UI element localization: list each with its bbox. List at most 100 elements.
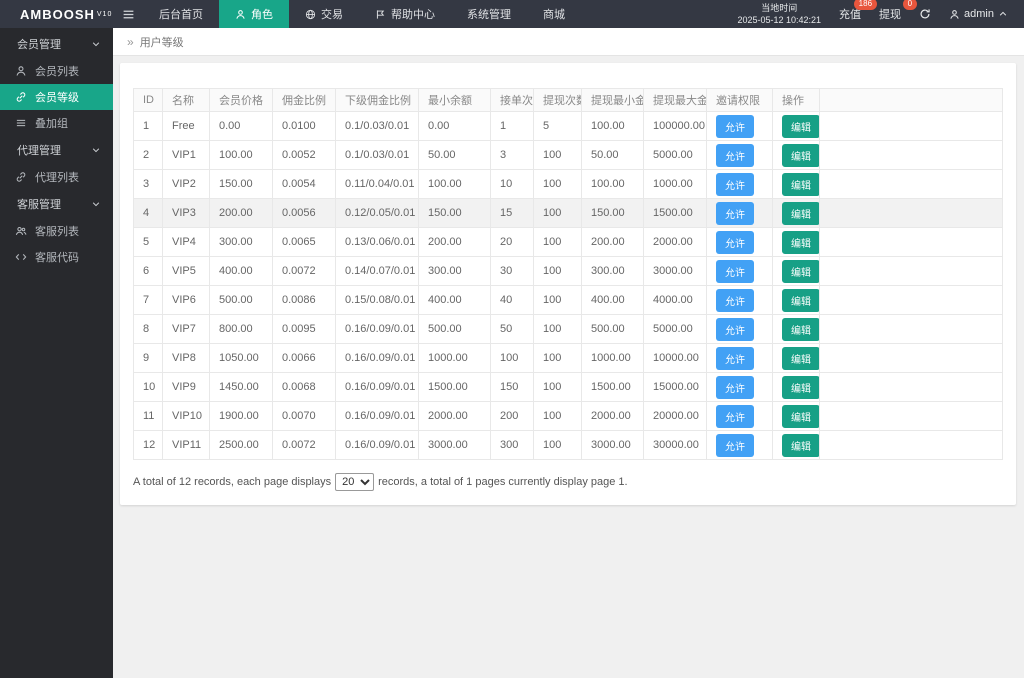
nav-item-mall[interactable]: 商城 — [527, 0, 581, 28]
invite-permission-button[interactable]: 允许 — [716, 405, 754, 428]
sidebar-item-label: 叠加组 — [35, 115, 68, 131]
col-id: ID — [134, 89, 163, 112]
edit-button[interactable]: 编辑 — [782, 202, 820, 225]
table-cell: 编辑 — [773, 257, 820, 286]
sidebar-item-service-list[interactable]: 客服列表 — [0, 218, 113, 244]
table-cell: 允许 — [707, 199, 773, 228]
pagination-prefix: A total of 12 records, each page display… — [133, 476, 331, 488]
edit-button[interactable]: 编辑 — [782, 231, 820, 254]
page-size-select[interactable]: 20 — [335, 473, 374, 491]
nav-item-system-management[interactable]: 系统管理 — [451, 0, 527, 28]
breadcrumb: » 用户等级 — [113, 28, 1024, 56]
withdraw-label: 提现 — [879, 9, 901, 21]
table-cell: 100 — [534, 344, 582, 373]
invite-permission-button[interactable]: 允许 — [716, 318, 754, 341]
table-cell: 1500.00 — [419, 373, 491, 402]
invite-permission-button[interactable]: 允许 — [716, 144, 754, 167]
table-cell: 20 — [491, 228, 534, 257]
table-cell: 5000.00 — [644, 141, 707, 170]
table-cell: 10 — [491, 170, 534, 199]
table-cell: VIP3 — [163, 199, 210, 228]
sidebar-item-service-code[interactable]: 客服代码 — [0, 244, 113, 270]
table-cell: 0.1/0.03/0.01 — [336, 141, 419, 170]
table-row: 12VIP112500.000.00720.16/0.09/0.013000.0… — [134, 431, 1003, 460]
edit-button[interactable]: 编辑 — [782, 405, 820, 428]
table-cell: 允许 — [707, 286, 773, 315]
sidebar-section-service-management[interactable]: 客服管理 — [0, 190, 113, 218]
content: ID 名称 会员价格 佣金比例 下级佣金比例 最小余额 接单次数 提现次数 提现… — [113, 56, 1024, 678]
nav-item-roles[interactable]: 角色 — [219, 0, 289, 28]
table-cell: 1900.00 — [210, 402, 273, 431]
invite-permission-button[interactable]: 允许 — [716, 115, 754, 138]
table-cell: 400.00 — [582, 286, 644, 315]
admin-menu[interactable]: admin — [949, 8, 1008, 20]
sidebar-section-member-management[interactable]: 会员管理 — [0, 30, 113, 58]
table-cell: 0.0086 — [273, 286, 336, 315]
table-cell: 20000.00 — [644, 402, 707, 431]
col-commission-rate: 佣金比例 — [273, 89, 336, 112]
sidebar-item-label: 会员等级 — [35, 89, 79, 105]
sidebar-toggle-button[interactable] — [113, 0, 143, 28]
recharge-label: 充值 — [839, 9, 861, 21]
sidebar-item-stack-group[interactable]: 叠加组 — [0, 110, 113, 136]
table-cell: 0.16/0.09/0.01 — [336, 402, 419, 431]
nav-item-trade[interactable]: 交易 — [289, 0, 359, 28]
table-cell: 0.16/0.09/0.01 — [336, 373, 419, 402]
pagination-suffix: records, a total of 1 pages currently di… — [378, 476, 627, 488]
table-cell: 100 — [534, 431, 582, 460]
table-body: 1Free0.000.01000.1/0.03/0.010.0015100.00… — [134, 112, 1003, 460]
table-cell: 编辑 — [773, 112, 820, 141]
sidebar: 会员管理 会员列表 会员等级 叠加组 代理管理 代理列表 — [0, 28, 113, 678]
edit-button[interactable]: 编辑 — [782, 260, 820, 283]
sidebar-item-member-level[interactable]: 会员等级 — [0, 84, 113, 110]
table-cell: 100 — [534, 315, 582, 344]
table-cell: 150.00 — [419, 199, 491, 228]
invite-permission-button[interactable]: 允许 — [716, 347, 754, 370]
edit-button[interactable]: 编辑 — [782, 318, 820, 341]
table-cell: 0.0052 — [273, 141, 336, 170]
table-cell: 允许 — [707, 257, 773, 286]
edit-button[interactable]: 编辑 — [782, 115, 820, 138]
invite-permission-button[interactable]: 允许 — [716, 376, 754, 399]
table-row: 5VIP4300.000.00650.13/0.06/0.01200.00201… — [134, 228, 1003, 257]
sidebar-item-member-list[interactable]: 会员列表 — [0, 58, 113, 84]
table-cell: 3000.00 — [582, 431, 644, 460]
invite-permission-button[interactable]: 允许 — [716, 434, 754, 457]
table-cell: VIP10 — [163, 402, 210, 431]
table-cell: 0.0072 — [273, 431, 336, 460]
table-cell: 0.0066 — [273, 344, 336, 373]
invite-permission-button[interactable]: 允许 — [716, 231, 754, 254]
table-cell: 400.00 — [419, 286, 491, 315]
invite-permission-button[interactable]: 允许 — [716, 202, 754, 225]
nav-item-dashboard[interactable]: 后台首页 — [143, 0, 219, 28]
sidebar-item-label: 客服代码 — [35, 249, 79, 265]
table-cell: 1 — [491, 112, 534, 141]
invite-permission-button[interactable]: 允许 — [716, 173, 754, 196]
empty-cell — [820, 228, 1003, 257]
withdraw-link[interactable]: 提现 0 — [879, 6, 901, 22]
table-cell: 100 — [534, 257, 582, 286]
table-cell: VIP9 — [163, 373, 210, 402]
edit-button[interactable]: 编辑 — [782, 289, 820, 312]
edit-button[interactable]: 编辑 — [782, 144, 820, 167]
recharge-link[interactable]: 充值 186 — [839, 6, 861, 22]
sidebar-section-agent-management[interactable]: 代理管理 — [0, 136, 113, 164]
edit-button[interactable]: 编辑 — [782, 347, 820, 370]
table-cell: 1500.00 — [582, 373, 644, 402]
table-cell: 9 — [134, 344, 163, 373]
table-cell: 0.0072 — [273, 257, 336, 286]
edit-button[interactable]: 编辑 — [782, 434, 820, 457]
sidebar-item-agent-list[interactable]: 代理列表 — [0, 164, 113, 190]
table-cell: 500.00 — [419, 315, 491, 344]
table-cell: 100 — [534, 170, 582, 199]
edit-button[interactable]: 编辑 — [782, 173, 820, 196]
invite-permission-button[interactable]: 允许 — [716, 260, 754, 283]
nav-label: 后台首页 — [159, 6, 203, 22]
invite-permission-button[interactable]: 允许 — [716, 289, 754, 312]
table-cell: 10 — [134, 373, 163, 402]
edit-button[interactable]: 编辑 — [782, 376, 820, 399]
nav-item-help-center[interactable]: 帮助中心 — [359, 0, 451, 28]
brand-logo[interactable]: AMBOOSH V10 — [0, 0, 113, 28]
empty-cell — [820, 112, 1003, 141]
refresh-button[interactable] — [919, 8, 931, 20]
